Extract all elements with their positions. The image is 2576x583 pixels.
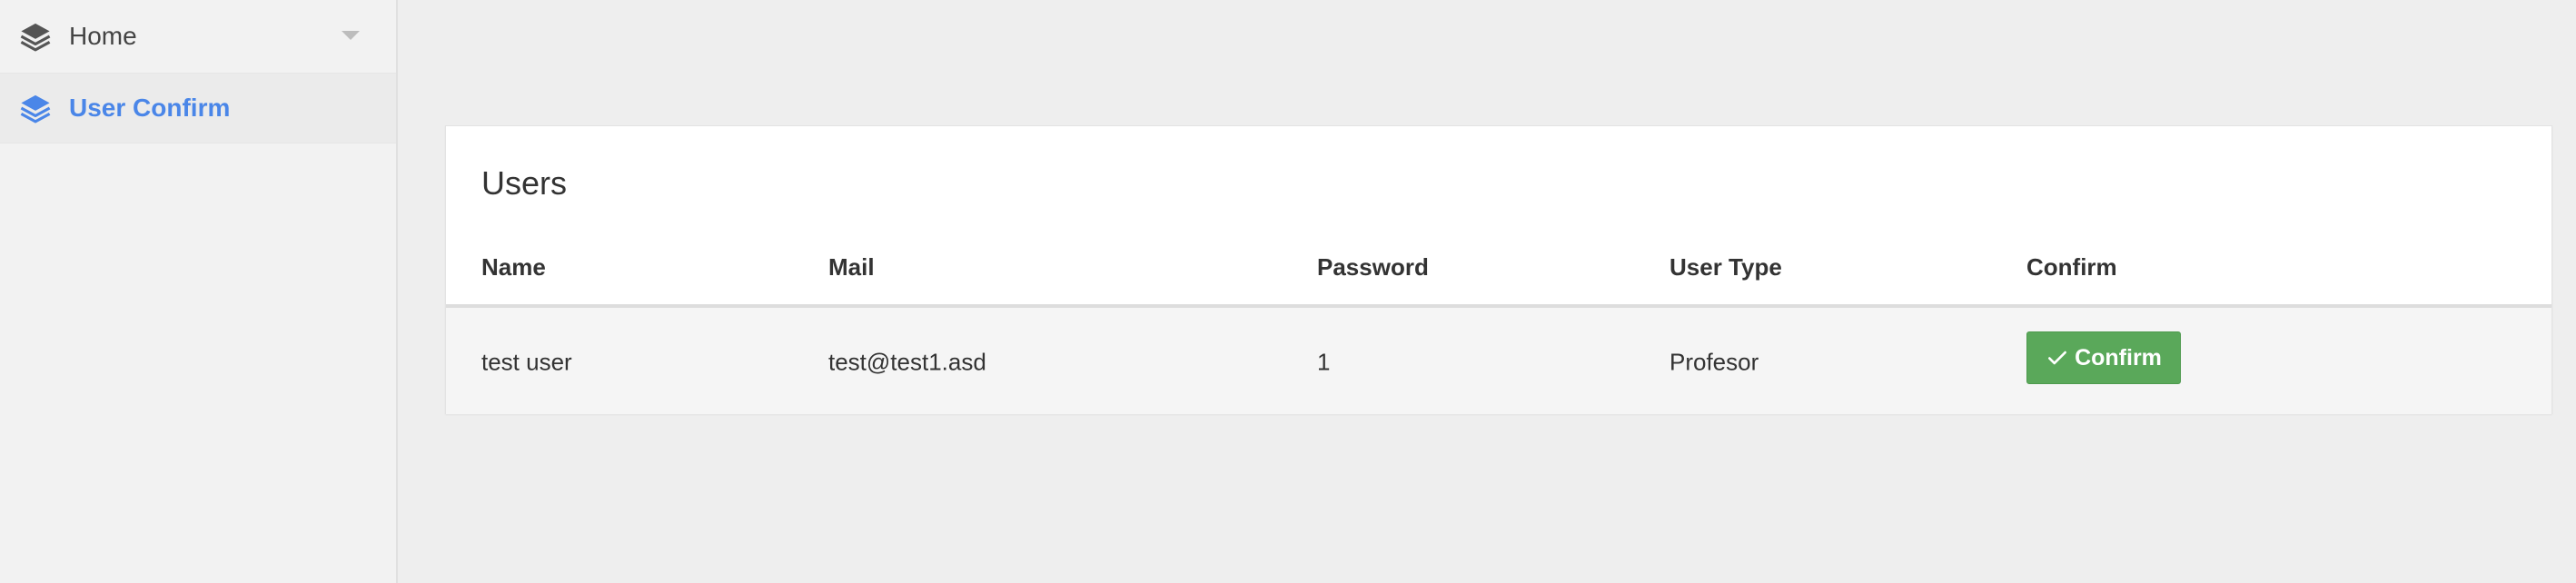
table-row: test user test@test1.asd 1 Profesor Conf… (446, 308, 2551, 414)
card-title: Users (481, 164, 568, 202)
sidebar-item-label: User Confirm (69, 94, 231, 122)
column-header-name: Name (481, 253, 546, 281)
cell-mail: test@test1.asd (828, 348, 986, 376)
app-root: Home User Confirm Users Name Mail Passwo… (0, 0, 2576, 583)
chevron-down-icon[interactable] (342, 31, 360, 40)
check-icon (2046, 346, 2069, 370)
users-card: Users Name Mail Password User Type Confi… (445, 125, 2552, 414)
cell-user-type: Profesor (1669, 348, 1759, 376)
sidebar-item-user-confirm[interactable]: User Confirm (0, 73, 396, 143)
cell-password: 1 (1317, 348, 1331, 376)
sidebar-item-home[interactable]: Home (0, 0, 396, 73)
layers-icon (20, 93, 51, 124)
sidebar: Home User Confirm (0, 0, 398, 583)
confirm-button[interactable]: Confirm (2026, 331, 2181, 384)
column-header-mail: Mail (828, 253, 875, 281)
cell-name: test user (481, 348, 572, 376)
sidebar-item-label: Home (69, 22, 137, 50)
column-header-confirm: Confirm (2026, 253, 2117, 281)
confirm-button-label: Confirm (2075, 344, 2162, 371)
column-header-password: Password (1317, 253, 1429, 281)
layers-icon (20, 21, 51, 52)
column-header-user-type: User Type (1669, 253, 1782, 281)
